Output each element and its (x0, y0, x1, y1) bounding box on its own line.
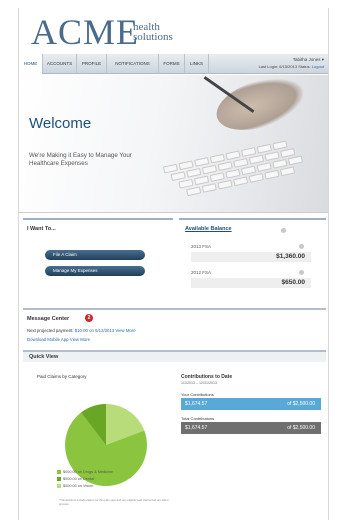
info-icon[interactable] (299, 244, 304, 249)
info-icon[interactable] (281, 228, 286, 233)
hand-image (210, 75, 310, 140)
account-label: 2013 FSA (191, 244, 212, 249)
login-info: Last Login: 6/15/2013 Status: Logout (259, 63, 324, 70)
contributions-title: Contributions to Date (181, 374, 233, 380)
tab-home[interactable]: HOME (19, 54, 43, 74)
message-center-title: Message Center (27, 316, 70, 322)
message-line: Next projected payment: $10.00 on 6/12/2… (27, 328, 136, 333)
file-claim-button[interactable]: File A Claim (45, 250, 145, 260)
available-balance-title[interactable]: Available Balance (185, 226, 232, 232)
welcome-title: Welcome (29, 115, 92, 132)
available-balance-panel: Available Balance 2013 FSA $1,360.00 201… (179, 218, 326, 304)
total-contributions-total: of $2,500.00 (287, 425, 315, 431)
total-contributions-bar: $1,674.57 of $2,500.00 (181, 422, 321, 434)
manage-expenses-button[interactable]: Manage My Expenses (45, 266, 145, 276)
header: ACME health solutions (19, 8, 328, 52)
status-label: Status: (298, 64, 311, 69)
view-more-link[interactable]: View More (115, 328, 135, 333)
i-want-to-title: I Want To... (27, 226, 56, 232)
payment-value: $10.00 on 6/12/2013 (74, 328, 115, 333)
view-more-link[interactable]: View More (70, 337, 90, 342)
tab-notifications[interactable]: NOTIFICATIONS (107, 54, 159, 74)
total-contributions-label: Total Contributions (181, 416, 215, 421)
welcome-banner: Welcome We're Making it Easy to Manage Y… (19, 75, 328, 213)
paid-claims-title: Paid Claims by Category (37, 374, 87, 379)
legend-label: $000.00 on Dental (63, 477, 95, 481)
legend-item: $000.00 on Dental (57, 477, 94, 481)
info-icon[interactable] (299, 270, 304, 275)
app-window: ACME health solutions HOME ACCOUNTS PROF… (18, 8, 329, 520)
i-want-to-panel: I Want To... File A Claim Manage My Expe… (23, 218, 173, 304)
welcome-text: We're Making it Easy to Manage Your Heal… (29, 152, 132, 167)
brand-tagline: health solutions (133, 22, 173, 43)
message-count-badge[interactable]: 2 (85, 314, 93, 322)
tab-profile[interactable]: PROFILE (77, 54, 107, 74)
account-label: 2012 FSA (191, 270, 212, 275)
payment-label: Next projected payment: (27, 328, 74, 333)
brand-logo[interactable]: ACME (31, 14, 139, 50)
legend-item: $000.00 on Drugs & Medicine (57, 470, 113, 474)
tab-links[interactable]: LINKS (185, 54, 209, 74)
legend-item: $000.00 on Vision (57, 484, 93, 488)
message-line: Download Mobile App View More (27, 337, 90, 342)
download-app-link[interactable]: Download Mobile App (27, 337, 69, 342)
your-contributions-label: Your Contributions (181, 392, 214, 397)
logout-link[interactable]: Logout (312, 64, 324, 69)
legend-label: $000.00 on Drugs & Medicine (63, 470, 114, 474)
tab-accounts[interactable]: ACCOUNTS (43, 54, 77, 74)
user-box: Tabitha Jones ▾ Last Login: 6/15/2013 St… (259, 56, 324, 70)
legend-label: $000.00 on Vision (63, 484, 94, 488)
contributions-date-range: 1/1/2013 – 12/31/2013 (181, 381, 217, 385)
last-login: Last Login: 6/15/2013 (258, 64, 298, 69)
your-contributions-bar: $1,674.57 of $2,500.00 (181, 398, 321, 410)
account-balance: $650.00 (191, 278, 311, 288)
account-balance: $1,360.00 (191, 252, 311, 262)
quick-view-title: Quick View (29, 354, 59, 360)
your-contributions-total: of $2,500.00 (287, 401, 315, 407)
user-menu[interactable]: Tabitha Jones ▾ (259, 56, 324, 63)
your-contributions-amount: $1,674.57 (185, 401, 208, 407)
main-nav: HOME ACCOUNTS PROFILE NOTIFICATIONS FORM… (19, 54, 328, 74)
quick-view-header: Quick View (23, 352, 326, 362)
quick-view-panel: Quick View Paid Claims by Category $000.… (23, 350, 326, 518)
total-contributions-amount: $1,674.57 (185, 425, 208, 431)
keyboard-image (162, 125, 328, 212)
paid-claims-footnote: *Transactions include claims for this pl… (59, 498, 169, 506)
brand-tagline-line2: solutions (133, 31, 173, 43)
message-center-panel: Message Center 2 Next projected payment:… (23, 308, 326, 348)
tab-forms[interactable]: FORMS (159, 54, 185, 74)
